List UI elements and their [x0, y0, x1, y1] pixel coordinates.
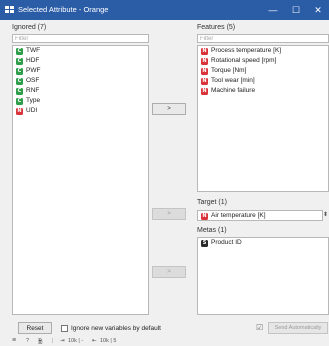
orange-app-icon	[5, 6, 14, 14]
numeric-variable-icon: N	[201, 78, 208, 85]
categorical-variable-icon: C	[16, 78, 23, 85]
list-item-label: Torque [Nm]	[211, 67, 247, 74]
list-item-label: Process temperature [K]	[211, 47, 282, 54]
separator: |	[52, 338, 54, 344]
list-item[interactable]: N Torque [Nm]	[198, 66, 328, 76]
move-to-features-button[interactable]: >	[152, 103, 186, 115]
input-data-icon: ⇥	[60, 338, 65, 344]
list-item-label: RNF	[26, 87, 40, 94]
features-filter-input[interactable]	[197, 34, 329, 43]
status-bar: ≡ ? 🗎 | ⇥ 10k | - ⇤ 10k | 5	[0, 337, 329, 346]
title-bar: Selected Attribute - Orange — ☐ ✕	[0, 0, 329, 20]
numeric-variable-icon: N	[201, 212, 208, 220]
categorical-variable-icon: C	[16, 58, 23, 65]
list-item[interactable]: N Machine failure	[198, 86, 328, 96]
move-to-metas-button[interactable]: >	[152, 266, 186, 278]
categorical-variable-icon: C	[16, 98, 23, 105]
metas-label: Metas (1)	[197, 227, 227, 234]
categorical-variable-icon: C	[16, 88, 23, 95]
output-data-icon: ⇤	[92, 338, 97, 344]
list-item-label: OSF	[26, 77, 40, 84]
list-item-label: TWF	[26, 47, 41, 54]
list-item[interactable]: C Type	[13, 96, 148, 106]
ignore-new-checkbox[interactable]	[61, 325, 68, 332]
string-variable-icon: S	[201, 240, 208, 247]
send-auto-checkbox[interactable]: ☑	[256, 323, 263, 332]
list-item[interactable]: C RNF	[13, 86, 148, 96]
numeric-variable-icon: N	[16, 108, 23, 115]
features-list[interactable]: N Process temperature [K] N Rotational spee…	[197, 45, 329, 192]
list-item[interactable]: N Tool wear [min]	[198, 76, 328, 86]
numeric-variable-icon: N	[201, 68, 208, 75]
help-icon[interactable]: ?	[26, 338, 29, 344]
ignore-new-label: Ignore new variables by default	[71, 325, 161, 332]
numeric-variable-icon: N	[201, 48, 208, 55]
document-icon[interactable]: 🗎	[38, 338, 42, 346]
maximize-button[interactable]: ☐	[285, 0, 307, 20]
output-summary: 10k | 5	[100, 338, 117, 344]
reset-button[interactable]: Reset	[18, 322, 52, 334]
ignored-filter-input[interactable]	[12, 34, 149, 43]
spin-arrows-icon[interactable]: ⬍	[323, 211, 328, 220]
target-value: Air temperature [K]	[211, 212, 266, 219]
numeric-variable-icon: N	[201, 58, 208, 65]
send-automatically-button[interactable]: Send Automatically	[268, 322, 328, 334]
window-title: Selected Attribute - Orange	[18, 5, 109, 14]
numeric-variable-icon: N	[201, 88, 208, 95]
ignored-list[interactable]: C TWF C HDF C PWF C OSF C RNF C Type N UDI	[12, 45, 149, 315]
ignored-label: Ignored (7)	[12, 24, 47, 31]
target-combo[interactable]: N Air temperature [K] ⬍	[197, 210, 328, 221]
list-item-label: UDI	[26, 107, 38, 114]
list-item[interactable]: C OSF	[13, 76, 148, 86]
list-item[interactable]: N UDI	[13, 106, 148, 116]
list-item-label: Product ID	[211, 239, 242, 246]
list-item-label: Type	[26, 97, 41, 104]
close-button[interactable]: ✕	[307, 0, 329, 20]
list-item[interactable]: C TWF	[13, 46, 148, 56]
list-item[interactable]: S Product ID	[198, 238, 328, 248]
menu-icon[interactable]: ≡	[12, 337, 16, 344]
features-label: Features (5)	[197, 24, 236, 31]
list-item[interactable]: C HDF	[13, 56, 148, 66]
list-item-label: Machine failure	[211, 87, 256, 94]
list-item[interactable]: N Process temperature [K]	[198, 46, 328, 56]
list-item-label: PWF	[26, 67, 41, 74]
list-item-label: Tool wear [min]	[211, 77, 255, 84]
move-to-target-button[interactable]: >	[152, 208, 186, 220]
metas-list[interactable]: S Product ID	[197, 237, 329, 315]
list-item[interactable]: N Rotational speed [rpm]	[198, 56, 328, 66]
list-item[interactable]: C PWF	[13, 66, 148, 76]
categorical-variable-icon: C	[16, 68, 23, 75]
target-label: Target (1)	[197, 199, 227, 206]
input-summary: 10k | -	[68, 338, 84, 344]
minimize-button[interactable]: —	[262, 0, 284, 20]
categorical-variable-icon: C	[16, 48, 23, 55]
list-item-label: Rotational speed [rpm]	[211, 57, 277, 64]
list-item-label: HDF	[26, 57, 40, 64]
